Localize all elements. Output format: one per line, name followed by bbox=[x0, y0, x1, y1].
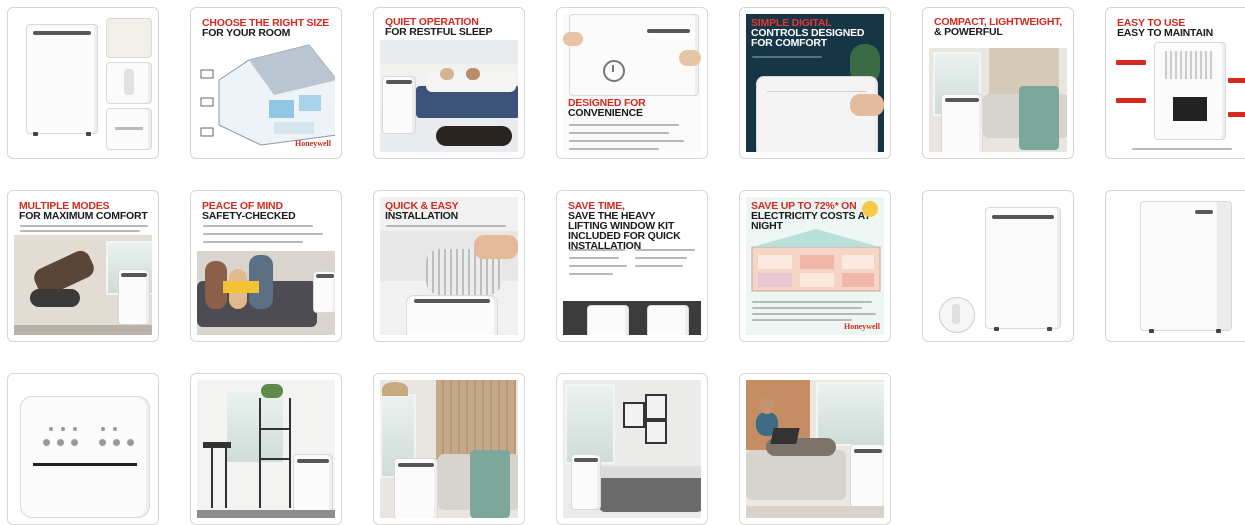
thumbnail-image: CHOOSE THE RIGHT SIZE FOR YOUR ROOM Honey… bbox=[197, 14, 335, 152]
thumbnail-image bbox=[197, 380, 335, 518]
headline-black: SAVE THE HEAVY LIFTING WINDOW KIT INCLUD… bbox=[568, 210, 681, 252]
gallery-thumbnail-11[interactable]: SAVE TIME, SAVE THE HEAVY LIFTING WINDOW … bbox=[556, 190, 708, 342]
headline-black: FOR RESTFUL SLEEP bbox=[385, 26, 493, 38]
house-cutaway-illustration bbox=[200, 44, 335, 146]
headline-black: SAFETY-CHECKED bbox=[202, 210, 296, 222]
brand-logo: Honeywell bbox=[844, 322, 880, 331]
headline-black: FOR YOUR ROOM bbox=[202, 27, 291, 39]
product-icon bbox=[985, 207, 1061, 331]
gallery-thumbnail-12[interactable]: SAVE UP TO 72%* ON ELECTRICITY COSTS AT N… bbox=[739, 190, 891, 342]
gallery-thumbnail-14[interactable] bbox=[1105, 190, 1245, 342]
image-gallery-grid: CHOOSE THE RIGHT SIZE FOR YOUR ROOM Honey… bbox=[0, 0, 1245, 525]
thumbnail-image: SIMPLE DIGITAL CONTROLS DESIGNED FOR COMF… bbox=[746, 14, 884, 152]
thumbnail-image bbox=[563, 380, 701, 518]
gallery-thumbnail-7[interactable]: EASY TO USE EASY TO MAINTAIN bbox=[1105, 7, 1245, 159]
headline-black: CONTROLS DESIGNED FOR COMFORT bbox=[751, 27, 865, 49]
headline-black: CONVENIENCE bbox=[568, 107, 643, 119]
headline-black: & POWERFUL bbox=[934, 26, 1003, 38]
gallery-thumbnail-15[interactable] bbox=[7, 373, 159, 525]
gallery-thumbnail-16[interactable] bbox=[190, 373, 342, 525]
thumbnail-image bbox=[14, 14, 152, 152]
brand-logo: Honeywell bbox=[295, 139, 331, 148]
gallery-thumbnail-10[interactable]: QUICK & EASY INSTALLATION bbox=[373, 190, 525, 342]
thumbnail-image: QUIET OPERATION FOR RESTFUL SLEEP bbox=[380, 14, 518, 152]
thumbnail-image bbox=[1112, 197, 1245, 335]
headline-black: EASY TO MAINTAIN bbox=[1117, 27, 1213, 39]
thumbnail-image bbox=[929, 197, 1067, 335]
gallery-thumbnail-9[interactable]: PEACE OF MIND SAFETY-CHECKED bbox=[190, 190, 342, 342]
thumbnail-image bbox=[14, 380, 152, 518]
thumbnail-image: DESIGNED FOR CONVENIENCE bbox=[563, 14, 701, 152]
gallery-thumbnail-8[interactable]: MULTIPLE MODES FOR MAXIMUM COMFORT bbox=[7, 190, 159, 342]
thumbnail-image: EASY TO USE EASY TO MAINTAIN bbox=[1112, 14, 1245, 152]
gallery-thumbnail-5[interactable]: SIMPLE DIGITAL CONTROLS DESIGNED FOR COMF… bbox=[739, 7, 891, 159]
thumbnail-image: COMPACT, LIGHTWEIGHT, & POWERFUL bbox=[929, 14, 1067, 152]
product-icon bbox=[26, 24, 98, 136]
gallery-thumbnail-3[interactable]: QUIET OPERATION FOR RESTFUL SLEEP bbox=[373, 7, 525, 159]
gallery-thumbnail-18[interactable] bbox=[556, 373, 708, 525]
gallery-thumbnail-4[interactable]: DESIGNED FOR CONVENIENCE bbox=[556, 7, 708, 159]
gallery-thumbnail-17[interactable] bbox=[373, 373, 525, 525]
gallery-thumbnail-1[interactable] bbox=[7, 7, 159, 159]
gallery-thumbnail-19[interactable] bbox=[739, 373, 891, 525]
product-icon bbox=[1140, 201, 1232, 333]
thumbnail-image: SAVE TIME, SAVE THE HEAVY LIFTING WINDOW … bbox=[563, 197, 701, 335]
gallery-thumbnail-2[interactable]: CHOOSE THE RIGHT SIZE FOR YOUR ROOM Honey… bbox=[190, 7, 342, 159]
thumbnail-image: PEACE OF MIND SAFETY-CHECKED bbox=[197, 197, 335, 335]
thumbnail-image: QUICK & EASY INSTALLATION bbox=[380, 197, 518, 335]
headline-black: INSTALLATION bbox=[385, 210, 459, 222]
house-illustration bbox=[751, 229, 881, 292]
thumbnail-image bbox=[746, 380, 884, 518]
thumbnail-image: MULTIPLE MODES FOR MAXIMUM COMFORT bbox=[14, 197, 152, 335]
thumbnail-image bbox=[380, 380, 518, 518]
gallery-thumbnail-6[interactable]: COMPACT, LIGHTWEIGHT, & POWERFUL bbox=[922, 7, 1074, 159]
thumbnail-image: SAVE UP TO 72%* ON ELECTRICITY COSTS AT N… bbox=[746, 197, 884, 335]
power-icon bbox=[603, 60, 625, 82]
headline-black: FOR MAXIMUM COMFORT bbox=[19, 210, 148, 222]
gallery-thumbnail-13[interactable] bbox=[922, 190, 1074, 342]
